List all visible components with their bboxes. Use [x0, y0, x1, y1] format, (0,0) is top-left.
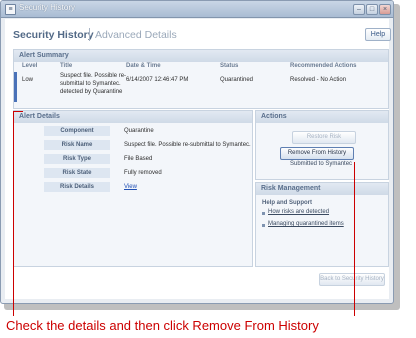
- bullet-icon: [262, 212, 265, 215]
- annotation-line-right: [354, 162, 355, 316]
- detail-value-risk-name: Suspect file. Possible re-submittal to S…: [124, 142, 251, 148]
- page-title: Security History: [13, 29, 94, 41]
- maximize-icon[interactable]: □: [366, 4, 378, 15]
- detail-value-risk-type: File Based: [124, 156, 153, 162]
- window-title: Security History: [19, 3, 76, 12]
- close-icon[interactable]: ×: [379, 4, 391, 15]
- row-status: Quarantined: [220, 77, 254, 83]
- detail-label-risk-name: Risk Name: [44, 140, 110, 150]
- table-row[interactable]: Low Suspect file. Possible re- submittal…: [18, 71, 386, 103]
- detail-label-component: Component: [44, 126, 110, 136]
- column-header-recommended: Recommended Actions: [290, 63, 357, 69]
- title-bar[interactable]: ≡ Security History – □ ×: [1, 1, 393, 18]
- column-header-datetime: Date & Time: [126, 63, 161, 69]
- row-title-line-2: submittal to Symantec.: [60, 81, 121, 87]
- alert-summary-title: Alert Summary: [14, 50, 388, 62]
- help-button[interactable]: Help: [365, 28, 391, 41]
- security-history-window: ≡ Security History – □ × Security Histor…: [0, 0, 394, 304]
- column-header-status: Status: [220, 63, 239, 69]
- risk-details-view-link[interactable]: View: [124, 182, 137, 192]
- row-title-line-1: Suspect file. Possible re-: [60, 73, 127, 79]
- submitted-status-text: Submitted to Symantec: [290, 161, 353, 167]
- bullet-icon: [262, 224, 265, 227]
- help-support-heading: Help and Support: [262, 200, 312, 206]
- detail-label-risk-details: Risk Details: [44, 182, 110, 192]
- app-menu-icon[interactable]: ≡: [5, 4, 16, 15]
- detail-label-risk-type: Risk Type: [44, 154, 110, 164]
- risk-management-panel: Risk Management Help and Support How ris…: [255, 182, 389, 267]
- row-level: Low: [22, 77, 34, 83]
- managing-quarantined-items-link[interactable]: Managing quarantined items: [268, 221, 344, 227]
- row-recommended: Resolved - No Action: [290, 77, 347, 83]
- alert-details-title: Alert Details: [14, 111, 252, 123]
- header-divider: [89, 28, 90, 41]
- detail-label-risk-state: Risk State: [44, 168, 110, 178]
- row-datetime: 6/14/2007 12:46:47 PM: [126, 77, 189, 83]
- annotation-caption: Check the details and then click Remove …: [6, 318, 319, 333]
- detail-value-risk-state: Fully removed: [124, 170, 162, 176]
- alert-details-panel: Alert Details Component Quarantine Risk …: [13, 110, 253, 267]
- detail-value-component: Quarantine: [124, 128, 154, 134]
- risk-management-title: Risk Management: [256, 183, 388, 195]
- page-subtitle: Advanced Details: [95, 29, 177, 41]
- alert-summary-panel: Alert Summary Level Title Date & Time St…: [13, 49, 389, 109]
- annotation-line-left: [13, 111, 14, 316]
- how-risks-detected-link[interactable]: How risks are detected: [268, 209, 329, 215]
- annotation-line-left-tick: [13, 111, 23, 112]
- selected-row-indicator: [14, 72, 17, 102]
- actions-title: Actions: [256, 111, 388, 123]
- restore-risk-button[interactable]: Restore Risk: [292, 131, 356, 144]
- minimize-icon[interactable]: –: [353, 4, 365, 15]
- column-header-title: Title: [60, 63, 73, 69]
- column-header-level: Level: [22, 63, 38, 69]
- content-area: Security History Advanced Details Help A…: [5, 19, 391, 299]
- back-to-security-history-button[interactable]: Back to Security History: [319, 273, 385, 286]
- actions-panel: Actions Restore Risk Remove From History…: [255, 110, 389, 180]
- row-title-line-3: detected by Quarantine: [60, 89, 123, 95]
- remove-from-history-button[interactable]: Remove From History: [280, 147, 354, 160]
